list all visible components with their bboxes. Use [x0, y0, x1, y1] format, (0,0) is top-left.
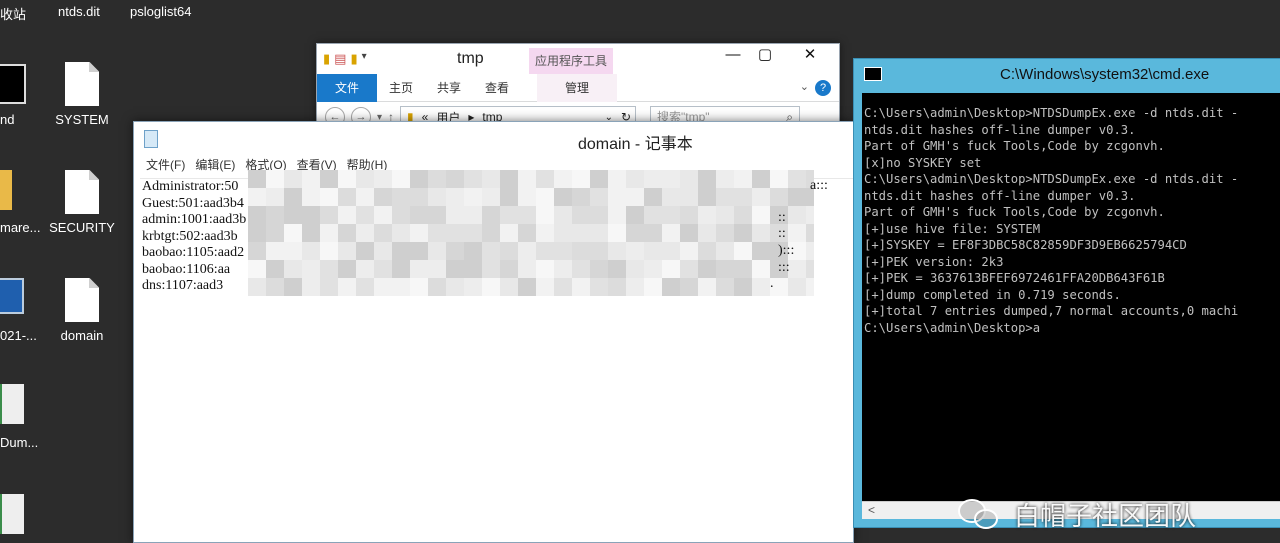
file-icon — [65, 62, 99, 106]
console-line: [+]PEK version: 2k3 — [864, 254, 1004, 269]
console-line: ntds.dit hashes off-line dumper v0.3. — [864, 188, 1136, 203]
console-line: C:\Users\admin\Desktop>NTDSDumpEx.exe -d… — [864, 172, 1239, 186]
console-line: [+]SYSKEY = EF8F3DBC58C82859DF3D9EB66257… — [864, 238, 1187, 252]
desktop-icon-domain-label: domain — [60, 328, 104, 343]
desktop-archive-icon[interactable] — [0, 384, 24, 424]
desktop-archive-icon-2[interactable] — [0, 494, 24, 534]
menu-edit[interactable]: 编辑(E) — [195, 156, 235, 176]
desktop-top-label-2[interactable]: ntds.dit — [58, 4, 100, 19]
line-tail: a::: — [810, 178, 828, 193]
console-line: ntds.dit hashes off-line dumper v0.3. — [864, 122, 1136, 137]
file-icon — [65, 278, 99, 322]
context-tab-app-tools[interactable]: 应用程序工具 — [529, 48, 613, 74]
properties-icon[interactable]: ▤ — [334, 51, 346, 67]
tab-view[interactable]: 查看 — [473, 74, 521, 102]
console-line: Part of GMH's fuck Tools,Code by zcgonvh… — [864, 139, 1165, 153]
new-folder-icon[interactable]: ▮ — [350, 51, 357, 67]
tab-file[interactable]: 文件 — [317, 73, 377, 102]
desktop-icon-security-label: SECURITY — [49, 220, 115, 235]
watermark: 白帽子社区团队 — [958, 496, 1196, 533]
line-tail: ::: — [778, 260, 790, 275]
maximize-button[interactable]: ▢ — [749, 44, 781, 66]
desktop-powershell-icon[interactable] — [0, 278, 24, 314]
explorer-title: tmp — [457, 50, 484, 67]
console-line: C:\Users\admin\Desktop>a — [864, 320, 1041, 335]
console-line: Part of GMH's fuck Tools,Code by zcgonvh… — [864, 205, 1165, 219]
cmd-console[interactable]: C:\Users\admin\Desktop>NTDSDumpEx.exe -d… — [862, 93, 1280, 503]
minimize-button[interactable]: — — [717, 44, 749, 66]
watermark-text: 白帽子社区团队 — [1014, 501, 1197, 531]
desktop-icon-security[interactable]: SECURITY — [40, 170, 124, 235]
help-icon[interactable]: ? — [815, 80, 831, 96]
tab-manage[interactable]: 管理 — [537, 73, 618, 102]
file-icon — [65, 170, 99, 214]
desktop-folder-icon[interactable] — [0, 170, 12, 210]
line-tail: :: — [778, 226, 786, 241]
chevron-down-icon[interactable]: ▾ — [362, 51, 367, 67]
console-line: [+]PEK = 3637613BFEF6972461FFA20DB643F61… — [864, 271, 1165, 285]
quick-access-toolbar: ▮ ▤ ▮ ▾ — [317, 51, 367, 67]
notepad-icon — [144, 130, 158, 148]
close-button[interactable]: ✕ — [781, 44, 839, 66]
desktop-icon-domain[interactable]: domain — [40, 278, 124, 343]
desktop-top-label-3[interactable]: psloglist64 — [130, 4, 191, 19]
notepad-title: domain - 记事本 — [578, 136, 693, 153]
chevron-left-icon[interactable]: < — [868, 503, 875, 517]
tab-share[interactable]: 共享 — [425, 74, 473, 102]
redacted-hash-pixelation — [248, 170, 814, 296]
desktop-icon-cmd-label: nd — [0, 112, 15, 127]
desktop-icon-system[interactable]: SYSTEM — [40, 62, 124, 127]
desktop-icon-cmd[interactable] — [0, 64, 26, 104]
desktop-icon-2021-label: 021-... — [0, 328, 37, 343]
chevron-down-icon[interactable]: ⌄ — [800, 80, 809, 93]
explorer-titlebar[interactable]: ▮ ▤ ▮ ▾ tmp 应用程序工具 — ▢ ✕ — [317, 44, 839, 74]
ribbon-tabs: 文件 主页 共享 查看 管理 ⌄ ? — [317, 73, 839, 102]
cmd-title: C:\Windows\system32\cmd.exe — [1000, 66, 1210, 83]
line-tail: . — [770, 276, 774, 291]
explorer-window-buttons: — ▢ ✕ — [717, 44, 839, 66]
wechat-icon — [958, 497, 1004, 533]
tab-home[interactable]: 主页 — [377, 74, 425, 102]
desktop-icon-dump-label: Dum... — [0, 435, 39, 450]
desktop-top-label-1[interactable]: 收站 — [0, 4, 26, 23]
console-line: [+]dump completed in 0.719 seconds. — [864, 287, 1121, 302]
console-line: [+]use hive file: SYSTEM — [864, 221, 1041, 236]
desktop-icon-vmware-label: mare... — [0, 220, 41, 235]
menu-file[interactable]: 文件(F) — [146, 156, 185, 176]
line-tail: :: — [778, 210, 786, 225]
line-tail: )::: — [778, 243, 795, 258]
desktop-icon-system-label: SYSTEM — [55, 112, 109, 127]
cmd-icon — [864, 67, 882, 81]
console-line: [x]no SYSKEY set — [864, 155, 982, 170]
cmd-titlebar[interactable]: C:\Windows\system32\cmd.exe — [854, 59, 1280, 89]
console-line: C:\Users\admin\Desktop>NTDSDumpEx.exe -d… — [864, 106, 1239, 120]
folder-icon[interactable]: ▮ — [323, 51, 330, 67]
console-line: [+]total 7 entries dumped,7 normal accou… — [864, 304, 1239, 318]
notepad-titlebar[interactable]: domain - 记事本 — [134, 122, 853, 156]
cmd-window[interactable]: C:\Windows\system32\cmd.exe C:\Users\adm… — [853, 58, 1280, 528]
